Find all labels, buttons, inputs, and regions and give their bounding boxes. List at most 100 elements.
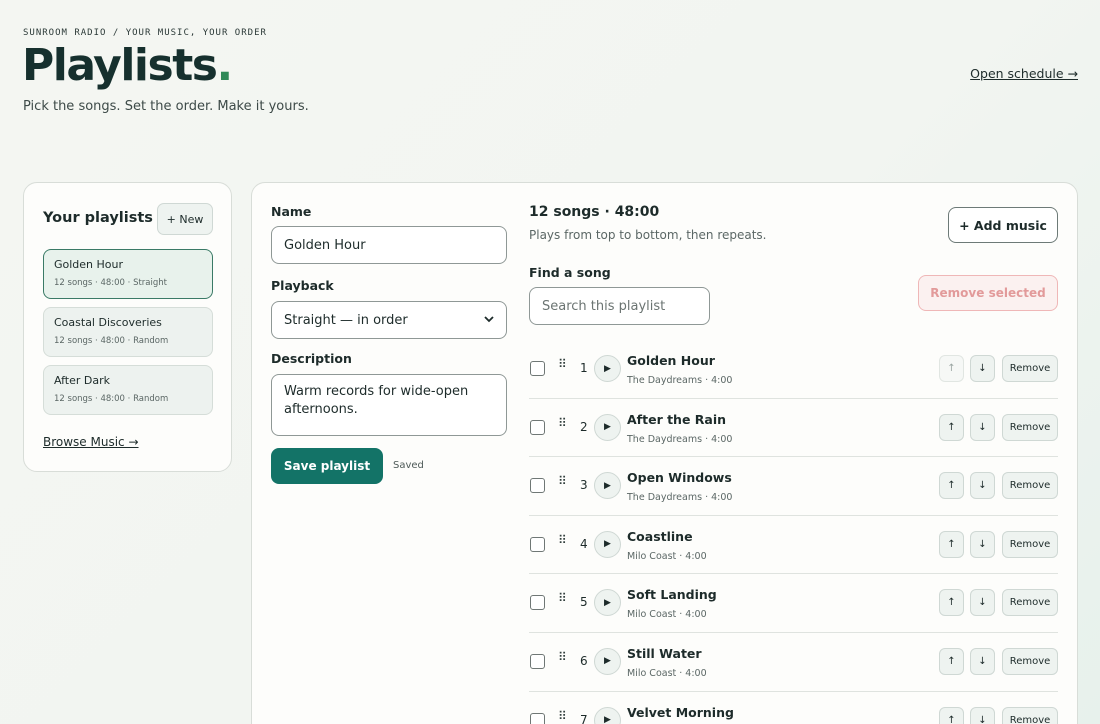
song-number: 7 xyxy=(580,712,588,724)
playback-value: Straight — in order xyxy=(284,312,408,328)
move-up-button[interactable]: ↑ xyxy=(939,706,964,724)
song-select-checkbox[interactable] xyxy=(530,361,545,376)
play-button[interactable]: ▶ xyxy=(594,647,621,675)
song-select-checkbox[interactable] xyxy=(530,595,545,611)
move-up-button[interactable]: ↑ xyxy=(939,589,964,617)
playlist-item[interactable]: Golden Hour 12 songs · 48:00 · Straight xyxy=(43,249,213,299)
playlists-sidebar: Your playlists + New Golden Hour 12 songs… xyxy=(23,182,232,472)
drag-handle-icon[interactable]: ⠿ xyxy=(558,650,567,664)
new-playlist-button[interactable]: + New xyxy=(157,203,213,235)
play-button[interactable]: ▶ xyxy=(594,413,621,441)
song-number: 4 xyxy=(580,536,588,551)
arrow-down-icon: ↓ xyxy=(978,538,987,550)
remove-song-button[interactable]: Remove xyxy=(1002,647,1058,675)
move-up-button[interactable]: ↑ xyxy=(939,530,964,558)
song-number: 2 xyxy=(580,419,588,434)
page-title: Playlists. xyxy=(22,40,233,91)
song-meta: The Daydreams · 4:00 xyxy=(627,492,733,504)
arrow-up-icon: ↑ xyxy=(947,714,956,724)
play-button[interactable]: ▶ xyxy=(594,355,621,382)
remove-song-button[interactable]: Remove xyxy=(1002,413,1058,441)
playlist-item-name: Coastal Discoveries xyxy=(54,316,162,329)
move-up-button[interactable]: ↑ xyxy=(939,647,964,675)
open-schedule-link[interactable]: Open schedule → xyxy=(970,66,1078,81)
drag-handle-icon[interactable]: ⠿ xyxy=(558,357,567,371)
move-down-button[interactable]: ↓ xyxy=(970,647,995,675)
song-number: 3 xyxy=(580,478,588,493)
song-meta: Milo Coast · 4:00 xyxy=(627,609,707,621)
page-title-text: Playlists xyxy=(22,40,218,91)
remove-song-button[interactable]: Remove xyxy=(1002,530,1058,558)
song-title: Soft Landing xyxy=(627,587,717,603)
description-field[interactable]: Warm records for wide-open afternoons. xyxy=(271,374,507,436)
add-music-button[interactable]: + Add music xyxy=(948,207,1058,243)
find-song-label: Find a song xyxy=(529,265,611,280)
playback-select[interactable]: Straight — in order xyxy=(271,301,507,339)
arrow-up-icon: ↑ xyxy=(947,655,956,667)
play-button[interactable]: ▶ xyxy=(594,530,621,558)
name-field-value: Golden Hour xyxy=(284,237,366,253)
song-select-checkbox[interactable] xyxy=(530,419,545,435)
save-status: Saved xyxy=(393,460,424,471)
move-up-button[interactable]: ↑ xyxy=(939,472,964,500)
move-down-button[interactable]: ↓ xyxy=(970,530,995,558)
move-up-button[interactable]: ↑ xyxy=(939,355,964,382)
arrow-up-icon: ↑ xyxy=(947,421,956,433)
drag-handle-icon[interactable]: ⠿ xyxy=(558,591,567,605)
move-down-button[interactable]: ↓ xyxy=(970,413,995,441)
song-title: Velvet Morning xyxy=(627,704,734,720)
song-select-checkbox[interactable] xyxy=(530,536,545,552)
drag-handle-icon[interactable]: ⠿ xyxy=(558,533,567,547)
song-select-checkbox[interactable] xyxy=(530,653,545,669)
play-icon: ▶ xyxy=(604,539,611,550)
arrow-up-icon: ↑ xyxy=(947,597,956,609)
song-row: ⠿ 2 ▶ After the Rain The Daydreams · 4:00 ↑ ↓ R… xyxy=(529,399,1058,458)
playlist-item[interactable]: Coastal Discoveries 12 songs · 48:00 · Ra… xyxy=(43,307,213,357)
chevron-down-icon xyxy=(484,315,494,326)
name-label: Name xyxy=(271,204,312,219)
play-button[interactable]: ▶ xyxy=(594,589,621,617)
search-input[interactable]: Search this playlist xyxy=(529,287,710,325)
drag-handle-icon[interactable]: ⠿ xyxy=(558,416,567,430)
remove-song-button[interactable]: Remove xyxy=(1002,589,1058,617)
playlist-item[interactable]: After Dark 12 songs · 48:00 · Random xyxy=(43,365,213,415)
remove-song-button[interactable]: Remove xyxy=(1002,472,1058,500)
arrow-up-icon: ↑ xyxy=(947,480,956,492)
song-title: Golden Hour xyxy=(627,353,715,368)
remove-song-button[interactable]: Remove xyxy=(1002,706,1058,724)
move-down-button[interactable]: ↓ xyxy=(970,355,995,382)
song-meta: Milo Coast · 4:00 xyxy=(627,667,707,679)
playlist-item-name: Golden Hour xyxy=(54,258,124,271)
play-icon: ▶ xyxy=(604,656,611,667)
arrow-down-icon: ↓ xyxy=(978,363,987,374)
browse-music-link[interactable]: Browse Music → xyxy=(43,435,139,449)
playlist-editor: Name Golden Hour Playback Straight — in … xyxy=(251,182,1078,724)
song-title: After the Rain xyxy=(627,411,727,427)
move-down-button[interactable]: ↓ xyxy=(970,472,995,500)
playlist-item-name: After Dark xyxy=(54,374,111,387)
arrow-down-icon: ↓ xyxy=(978,714,987,724)
song-list: ⠿ 1 ▶ Golden Hour The Daydreams · 4:00 ↑ ↓ Remo… xyxy=(529,340,1058,724)
drag-handle-icon[interactable]: ⠿ xyxy=(558,709,567,723)
play-icon: ▶ xyxy=(604,422,611,433)
song-title: Still Water xyxy=(627,645,702,661)
song-select-checkbox[interactable] xyxy=(530,478,545,494)
move-down-button[interactable]: ↓ xyxy=(970,706,995,724)
arrow-down-icon: ↓ xyxy=(978,597,987,609)
save-playlist-button[interactable]: Save playlist xyxy=(271,448,383,484)
drag-handle-icon[interactable]: ⠿ xyxy=(558,474,567,488)
move-up-button[interactable]: ↑ xyxy=(939,413,964,441)
play-button[interactable]: ▶ xyxy=(594,472,621,500)
play-button[interactable]: ▶ xyxy=(594,706,621,724)
page-subtitle: Pick the songs. Set the order. Make it y… xyxy=(23,99,309,114)
songs-summary-sub: Plays from top to bottom, then repeats. xyxy=(529,228,767,242)
name-field[interactable]: Golden Hour xyxy=(271,226,507,264)
song-meta: The Daydreams · 4:00 xyxy=(627,433,733,445)
move-down-button[interactable]: ↓ xyxy=(970,589,995,617)
playlist-item-meta: 12 songs · 48:00 · Random xyxy=(54,394,169,404)
playlist-item-meta: 12 songs · 48:00 · Straight xyxy=(54,278,167,288)
remove-song-button[interactable]: Remove xyxy=(1002,355,1058,382)
song-select-checkbox[interactable] xyxy=(530,712,545,724)
remove-selected-button[interactable]: Remove selected xyxy=(918,275,1058,311)
playback-label: Playback xyxy=(271,278,334,293)
